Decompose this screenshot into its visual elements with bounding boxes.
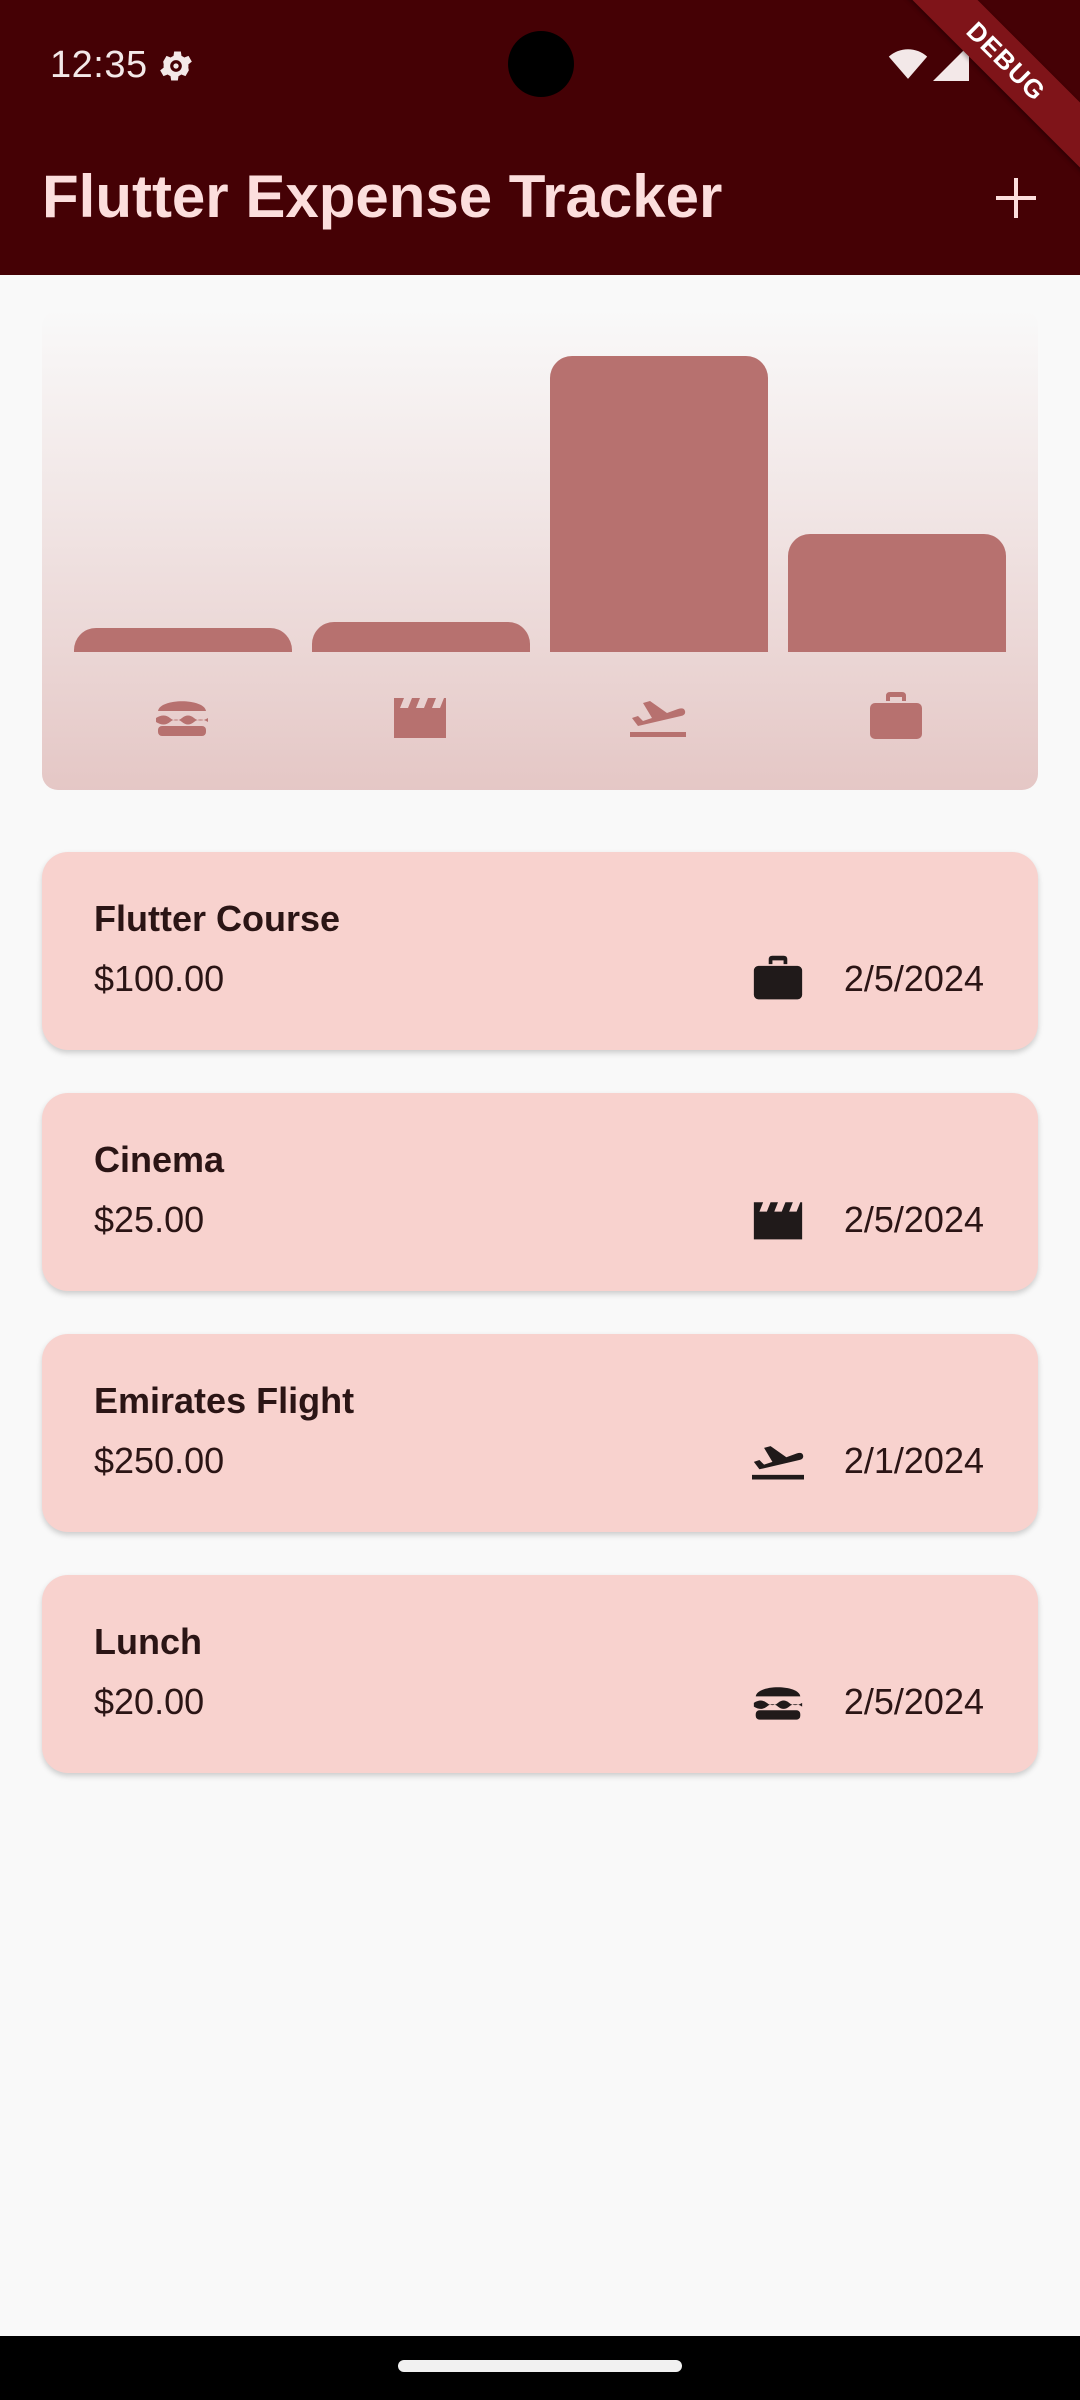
expense-card[interactable]: Flutter Course $100.00 2/5/2024 [42, 852, 1038, 1050]
plus-icon [996, 178, 1036, 218]
chart-bars [74, 356, 1006, 652]
app-bar: 12:35 Flutter Expense Tracker [0, 0, 1080, 275]
food-icon [154, 688, 210, 744]
screen: 12:35 Flutter Expense Tracker DEBUG Flut… [0, 0, 1080, 2400]
chart-bar-travel [550, 356, 768, 652]
expense-card[interactable]: Emirates Flight $250.00 2/1/2024 [42, 1334, 1038, 1532]
camera-cutout [508, 31, 574, 97]
system-nav-bar [0, 2336, 1080, 2400]
work-icon [868, 688, 924, 744]
expense-title: Flutter Course [94, 898, 341, 939]
expense-amount: $20.00 [94, 1681, 205, 1722]
expense-title: Emirates Flight [94, 1380, 355, 1421]
app-title: Flutter Expense Tracker [42, 163, 723, 230]
expense-amount: $250.00 [94, 1440, 225, 1481]
flight-icon [750, 1432, 806, 1488]
expense-amount: $25.00 [94, 1199, 205, 1240]
expense-card[interactable]: Cinema $25.00 2/5/2024 [42, 1093, 1038, 1291]
expense-chart [42, 310, 1038, 790]
expense-date: 2/5/2024 [843, 1199, 984, 1240]
expense-amount: $100.00 [94, 958, 225, 999]
add-expense-button[interactable] [984, 166, 1048, 230]
chart-bar-food [74, 628, 292, 652]
work-icon [750, 950, 806, 1006]
status-time: 12:35 [50, 44, 148, 86]
food-icon [750, 1673, 806, 1729]
expense-date: 2/1/2024 [843, 1440, 984, 1481]
flight-icon [630, 688, 686, 744]
movie-icon [392, 688, 448, 744]
expense-date: 2/5/2024 [843, 958, 984, 999]
chart-bar-leisure [312, 622, 530, 652]
expense-card[interactable]: Lunch $20.00 2/5/2024 [42, 1575, 1038, 1773]
expense-title: Lunch [94, 1621, 202, 1662]
movie-icon [750, 1191, 806, 1247]
chart-bar-work [788, 534, 1006, 652]
wifi-icon [888, 49, 928, 79]
settings-gear-icon [160, 51, 192, 81]
expense-title: Cinema [94, 1139, 225, 1180]
home-gesture-handle[interactable] [398, 2360, 682, 2372]
expense-date: 2/5/2024 [843, 1681, 984, 1722]
